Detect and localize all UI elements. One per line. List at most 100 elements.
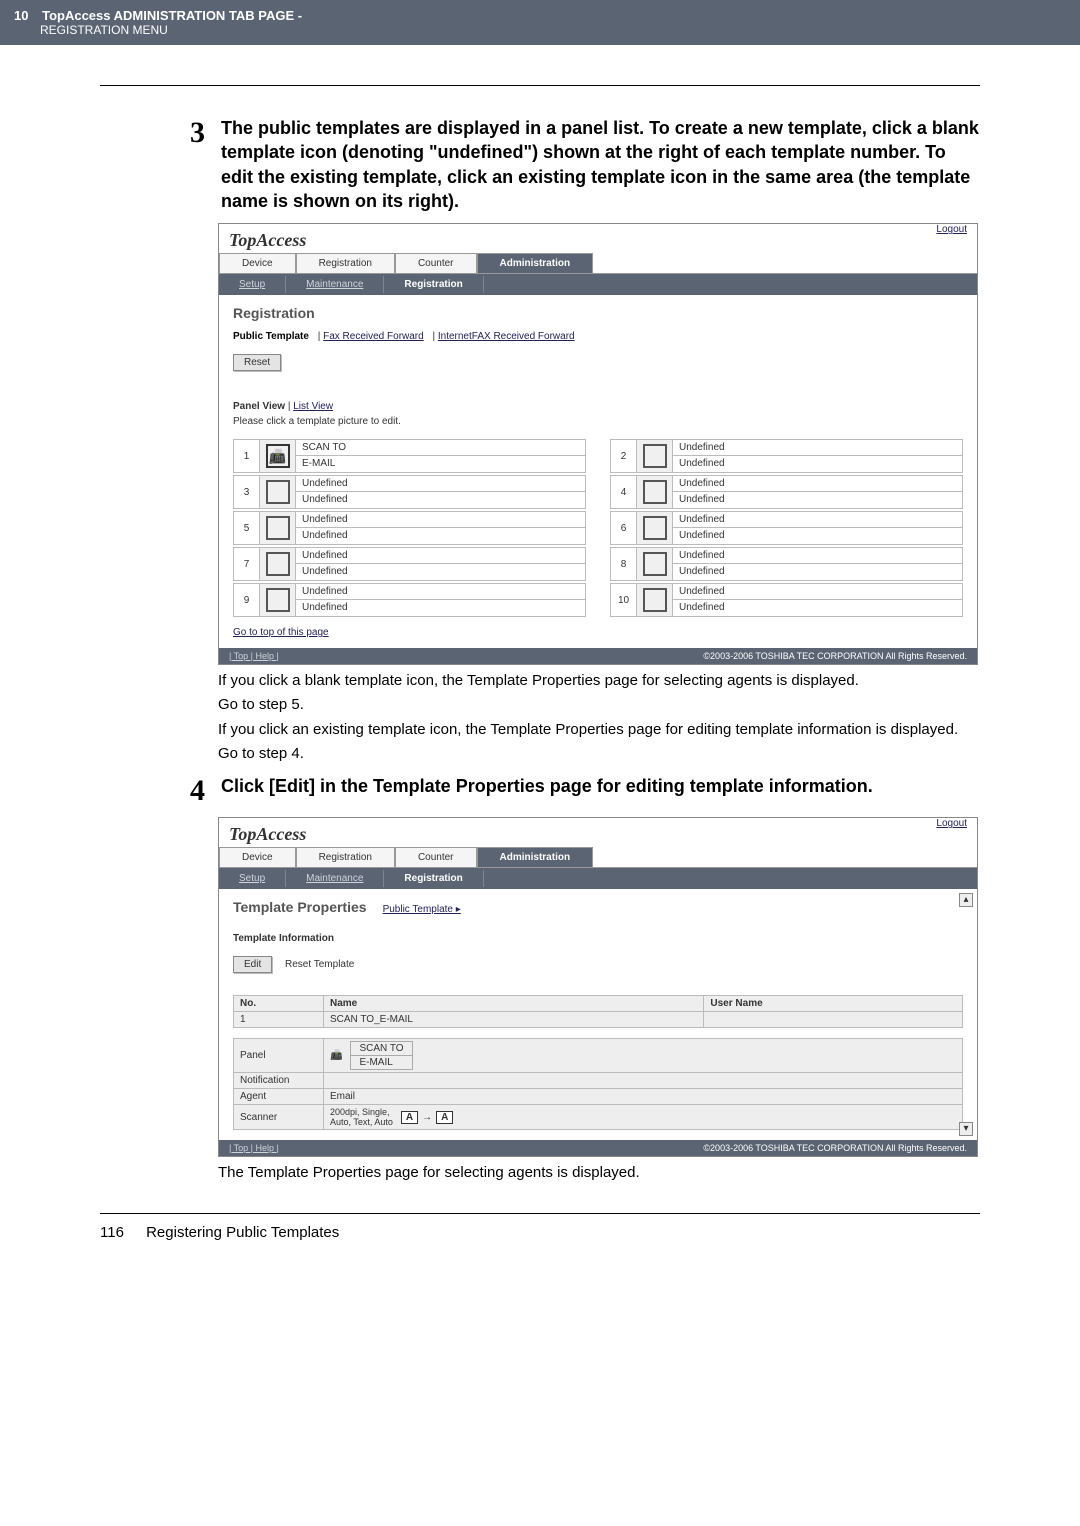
template-label: Undefined: [673, 476, 962, 492]
template-label: Undefined: [673, 564, 962, 580]
subtab-maintenance[interactable]: Maintenance: [286, 276, 384, 293]
template-label: Undefined: [673, 456, 962, 472]
footer-links[interactable]: | Top | Help |: [229, 651, 279, 661]
template-icon-blank[interactable]: [260, 548, 296, 580]
page-title: Template Properties: [233, 899, 367, 915]
template-num: 3: [234, 476, 260, 508]
registration-links: Public Template | Fax Received Forward |…: [233, 331, 963, 342]
printer-icon: 📠: [330, 1050, 342, 1061]
scroll-down-icon[interactable]: ▾: [959, 1122, 973, 1136]
scanner-value: 200dpi, Single, Auto, Text, Auto: [330, 1107, 393, 1127]
agent-value: Email: [324, 1089, 963, 1105]
template-num: 4: [611, 476, 637, 508]
link-ifax-forward[interactable]: InternetFAX Received Forward: [438, 331, 575, 342]
template-label: Undefined: [296, 600, 585, 616]
step3-number: 3: [190, 116, 205, 213]
breadcrumb[interactable]: Public Template ▸: [383, 904, 461, 915]
template-icon-blank[interactable]: [260, 512, 296, 544]
template-num: 1: [234, 440, 260, 472]
row-name: SCAN TO_E-MAIL: [324, 1012, 704, 1028]
panel-email: E-MAIL: [351, 1056, 411, 1069]
section-title: Template Information: [233, 933, 963, 944]
template-num: 7: [234, 548, 260, 580]
instruction-line: Go to step 4.: [218, 744, 980, 764]
th-name: Name: [324, 996, 704, 1012]
tab-device[interactable]: Device: [219, 847, 296, 867]
subtab-setup[interactable]: Setup: [219, 276, 286, 293]
subtab-maintenance[interactable]: Maintenance: [286, 870, 384, 887]
reset-template-label: Reset Template: [285, 959, 354, 970]
scroll-up-icon[interactable]: ▴: [959, 893, 973, 907]
th-user: User Name: [704, 996, 963, 1012]
row-no: 1: [234, 1012, 324, 1028]
link-public-template[interactable]: Public Template: [233, 331, 309, 342]
reset-button[interactable]: Reset: [233, 354, 281, 371]
th-no: No.: [234, 996, 324, 1012]
template-icon-defined[interactable]: 📠: [260, 440, 296, 472]
subtab-registration[interactable]: Registration: [384, 870, 483, 887]
page-title: Registration: [233, 305, 963, 321]
template-label: Undefined: [296, 564, 585, 580]
template-num: 6: [611, 512, 637, 544]
list-view-link[interactable]: List View: [293, 401, 333, 412]
logout-link[interactable]: Logout: [936, 818, 977, 847]
go-top-link[interactable]: Go to top of this page: [233, 627, 329, 638]
logout-link[interactable]: Logout: [936, 224, 977, 253]
separator-bottom: [100, 1213, 980, 1214]
template-icon-blank[interactable]: [637, 548, 673, 580]
header-subtitle: REGISTRATION MENU: [40, 23, 1066, 37]
notification-value: [324, 1073, 963, 1089]
template-label: Undefined: [673, 600, 962, 616]
template-label: Undefined: [673, 492, 962, 508]
template-label: Undefined: [673, 584, 962, 600]
tab-device[interactable]: Device: [219, 253, 296, 273]
tab-registration[interactable]: Registration: [296, 253, 395, 273]
panel-label: Panel: [234, 1039, 324, 1073]
header-page-num: 10: [14, 8, 28, 23]
step3-text: The public templates are displayed in a …: [221, 116, 980, 213]
template-icon-blank[interactable]: [637, 440, 673, 472]
template-num: 5: [234, 512, 260, 544]
link-fax-forward[interactable]: Fax Received Forward: [323, 331, 424, 342]
instruction-line: The Template Properties page for selecti…: [218, 1163, 980, 1183]
instruction-line: If you click an existing template icon, …: [218, 720, 980, 740]
step4-number: 4: [190, 774, 205, 807]
template-label: Undefined: [296, 492, 585, 508]
tab-administration[interactable]: Administration: [477, 847, 594, 867]
template-num: 2: [611, 440, 637, 472]
template-label: Undefined: [673, 512, 962, 528]
separator-top: [100, 85, 980, 86]
instruction-line: Go to step 5.: [218, 695, 980, 715]
template-icon-blank[interactable]: [637, 476, 673, 508]
subtab-setup[interactable]: Setup: [219, 870, 286, 887]
template-label: Undefined: [673, 528, 962, 544]
topaccess-logo: TopAccess: [219, 224, 316, 253]
footer-page-num: 116: [100, 1224, 124, 1241]
panel-view-label: Panel View: [233, 401, 285, 412]
edit-button[interactable]: Edit: [233, 956, 272, 973]
topaccess-logo: TopAccess: [219, 818, 316, 847]
template-label: Undefined: [296, 584, 585, 600]
template-num: 8: [611, 548, 637, 580]
template-label: Undefined: [296, 528, 585, 544]
template-icon-blank[interactable]: [637, 512, 673, 544]
row-user: [704, 1012, 963, 1028]
copyright: ©2003-2006 TOSHIBA TEC CORPORATION All R…: [703, 1143, 967, 1153]
tab-registration[interactable]: Registration: [296, 847, 395, 867]
header-title: TopAccess ADMINISTRATION TAB PAGE -: [42, 8, 302, 23]
template-label: SCAN TO: [296, 440, 585, 456]
page-footer: 116 Registering Public Templates: [100, 1224, 980, 1241]
template-label: E-MAIL: [296, 456, 585, 472]
template-icon-blank[interactable]: [637, 584, 673, 616]
copyright: ©2003-2006 TOSHIBA TEC CORPORATION All R…: [703, 651, 967, 661]
tab-counter[interactable]: Counter: [395, 253, 477, 273]
footer-links[interactable]: | Top | Help |: [229, 1143, 279, 1153]
template-num: 9: [234, 584, 260, 616]
subtab-registration[interactable]: Registration: [384, 276, 483, 293]
template-icon-blank[interactable]: [260, 476, 296, 508]
template-label: Undefined: [673, 548, 962, 564]
tab-administration[interactable]: Administration: [477, 253, 594, 273]
tab-counter[interactable]: Counter: [395, 847, 477, 867]
template-icon-blank[interactable]: [260, 584, 296, 616]
scanner-icons: A→A: [401, 1111, 453, 1124]
